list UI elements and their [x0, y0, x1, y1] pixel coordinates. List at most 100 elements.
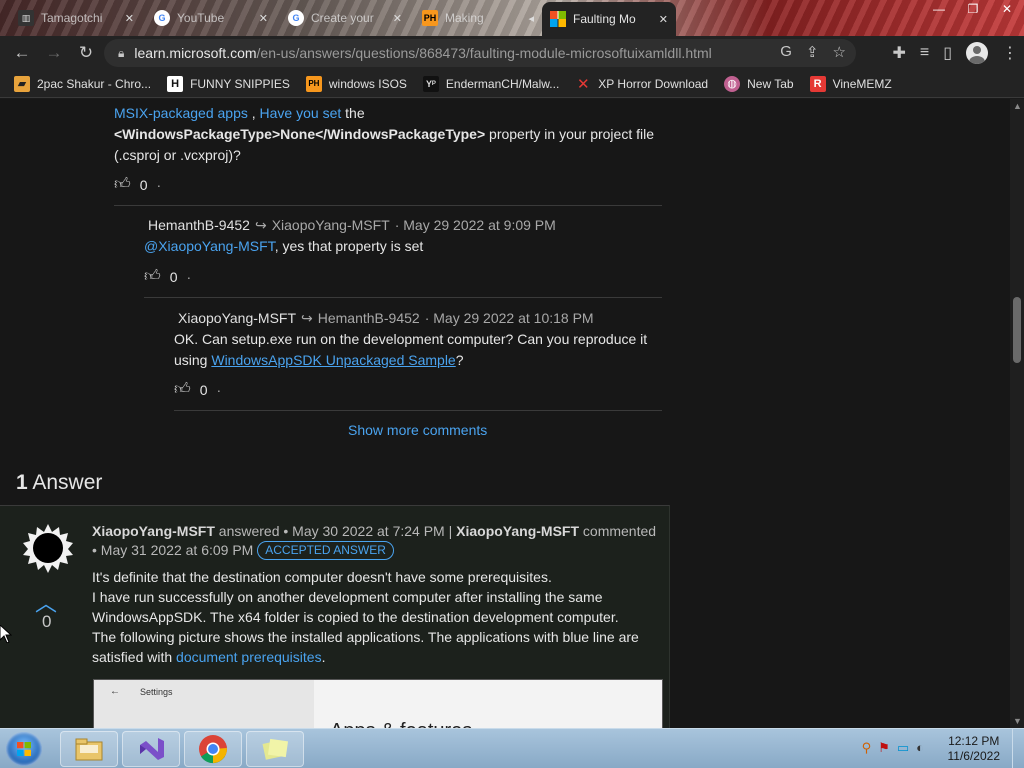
thumbs-up-icon[interactable]: 👍︎: [114, 175, 131, 194]
search-tray-icon[interactable]: ⚲: [862, 740, 872, 756]
system-clock[interactable]: 12:12 PM 11/6/2022: [948, 734, 1001, 764]
comment-author[interactable]: XiaopoYang-MSFT: [178, 310, 296, 327]
reply-arrow-icon: ↪: [254, 217, 267, 233]
comment-2-meta: XiaopoYang-MSFT ↪ HemanthB-9452 · May 29…: [178, 310, 594, 327]
thumbs-up-icon[interactable]: 👍︎: [144, 267, 161, 286]
bookmark-label: EndermanCH/Malw...: [445, 76, 560, 91]
prerequisites-link[interactable]: document prerequisites: [176, 649, 322, 665]
reload-icon[interactable]: ↻: [70, 37, 102, 69]
thumbs-up-icon[interactable]: 👍︎: [174, 380, 191, 399]
chrome-icon: [199, 735, 227, 764]
url-path: /en-us/answers/questions/868473/faulting…: [256, 45, 712, 61]
profile-avatar-icon[interactable]: [966, 42, 988, 64]
tab-faulting-module[interactable]: Faulting Mo ✕: [542, 2, 676, 36]
tab-youtube[interactable]: G YouTube ✕: [146, 2, 276, 34]
divider: [144, 297, 662, 298]
address-bar[interactable]: 🔒︎ learn.microsoft.com/en-us/answers/que…: [104, 39, 856, 67]
comment-date: · May 29 2022 at 9:09 PM: [394, 217, 556, 233]
tab-making[interactable]: PH Making ◂: [414, 2, 542, 34]
sample-link[interactable]: WindowsAppSDK Unpackaged Sample: [211, 352, 455, 368]
monitor-tray-icon[interactable]: ▭: [897, 740, 909, 756]
media-queue-icon[interactable]: ≡: [920, 44, 929, 62]
comment-1-vote: 👍︎ 0 ·: [144, 267, 191, 286]
page-scrollbar[interactable]: ▲ ▼: [1010, 99, 1024, 728]
answer-line: The following picture shows the installe…: [92, 629, 639, 645]
tab-title: Making: [445, 11, 484, 25]
have-you-set-link[interactable]: Have you set: [260, 105, 342, 121]
bookmark-star-icon[interactable]: ☆: [833, 43, 846, 61]
dot-separator: ·: [216, 381, 222, 398]
comment-author[interactable]: HemanthB-9452: [148, 217, 250, 234]
close-window-icon[interactable]: ✕: [990, 0, 1024, 18]
answer-body: It's definite that the destination compu…: [92, 567, 662, 667]
page-content: MSIX-packaged apps , Have you set the <W…: [0, 99, 1010, 728]
dot-separator: ·: [156, 176, 162, 193]
bookmark-new-tab[interactable]: ◍ New Tab: [724, 75, 794, 92]
window-controls: — ❐ ✕: [922, 0, 1024, 18]
mention-link[interactable]: @XiaopoYang-MSFT: [144, 238, 275, 254]
answers-heading: 1 Answer: [16, 471, 102, 495]
show-more-comments-link[interactable]: Show more comments: [348, 422, 487, 438]
comment-text: ?: [455, 352, 464, 368]
lock-icon[interactable]: 🔒︎: [118, 46, 124, 61]
system-tray: ⚲ ⚑ ▭ ◐: [862, 740, 924, 756]
avatar[interactable]: [23, 523, 73, 573]
bookmark-xp-horror[interactable]: ✕ XP Horror Download: [575, 75, 708, 93]
tab-title: YouTube: [177, 11, 225, 25]
show-desktop-button[interactable]: [1012, 729, 1024, 768]
vote-count: 0: [169, 268, 178, 285]
answer-line: satisfied with document prerequisites.: [92, 647, 662, 667]
taskbar-visual-studio[interactable]: [122, 731, 180, 767]
taskbar-notes[interactable]: [246, 731, 304, 767]
scroll-down-icon[interactable]: ▼: [1013, 716, 1022, 726]
reply-to[interactable]: XiaopoYang-MSFT: [272, 217, 390, 234]
maximize-icon[interactable]: ❐: [956, 0, 990, 18]
bookmark-funny-snippies[interactable]: H FUNNY SNIPPIES: [167, 75, 290, 92]
close-icon[interactable]: ✕: [259, 12, 268, 25]
share-icon[interactable]: ⇪: [806, 43, 819, 61]
minimize-icon[interactable]: —: [922, 0, 956, 18]
extensions-icon[interactable]: ✚: [892, 43, 905, 63]
commenter-name[interactable]: XiaopoYang-MSFT: [456, 523, 579, 539]
audio-icon[interactable]: ◂: [528, 12, 534, 25]
volume-tray-icon[interactable]: ◐: [916, 740, 924, 756]
close-icon[interactable]: ✕: [393, 12, 402, 25]
bookmark-endermanch[interactable]: Yᴾ EndermanCH/Malw...: [422, 75, 560, 92]
answer-text: .: [321, 649, 326, 665]
bookmark-label: New Tab: [747, 76, 794, 91]
scroll-up-icon[interactable]: ▲: [1013, 101, 1022, 111]
tab-title: Tamagotchi: [41, 11, 103, 25]
bookmark-vinememz[interactable]: R VineMEMZ: [809, 75, 892, 92]
separator-text: ,: [247, 105, 260, 121]
bookmark-2pac[interactable]: ▰ 2pac Shakur - Chro...: [14, 75, 151, 92]
bookmark-windows-isos[interactable]: PH windows ISOS: [305, 75, 407, 92]
back-arrow-icon[interactable]: ←: [6, 37, 38, 69]
screenshot-heading: Apps & features: [330, 720, 472, 728]
tamagotchi-favicon-icon: ▥: [18, 10, 34, 26]
answered-text: answered • May 30 2022 at 7:24 PM |: [218, 523, 453, 539]
ph-icon: PH: [305, 75, 322, 92]
taskbar-explorer[interactable]: [60, 731, 118, 767]
vote-count: 0: [199, 381, 208, 398]
menu-kebab-icon[interactable]: ⋮: [1002, 43, 1018, 63]
answer-author[interactable]: XiaopoYang-MSFT: [92, 523, 215, 539]
forward-arrow-icon[interactable]: →: [38, 37, 70, 69]
side-panel-icon[interactable]: ▯: [943, 43, 952, 63]
tab-title: Faulting Mo: [573, 12, 636, 26]
scroll-thumb[interactable]: [1013, 297, 1021, 363]
google-lens-icon[interactable]: G: [780, 43, 792, 61]
screenshot-back-arrow: ←: [110, 686, 120, 697]
commented-date: May 31 2022 at 6:09 PM: [100, 542, 254, 558]
msix-link[interactable]: MSIX-packaged apps: [114, 105, 248, 121]
tab-tamagotchi[interactable]: ▥ Tamagotchi ✕: [10, 2, 142, 34]
comment-text: using: [174, 352, 212, 368]
reply-to[interactable]: HemanthB-9452: [318, 310, 420, 327]
taskbar-chrome[interactable]: [184, 731, 242, 767]
close-icon[interactable]: ✕: [659, 13, 668, 26]
flag-tray-icon[interactable]: ⚑: [878, 740, 890, 756]
tab-create-your[interactable]: G Create your ✕: [280, 2, 410, 34]
answer-line: It's definite that the destination compu…: [92, 569, 552, 585]
x-icon: ✕: [576, 75, 590, 93]
close-icon[interactable]: ✕: [125, 12, 134, 25]
start-button[interactable]: [6, 732, 42, 766]
